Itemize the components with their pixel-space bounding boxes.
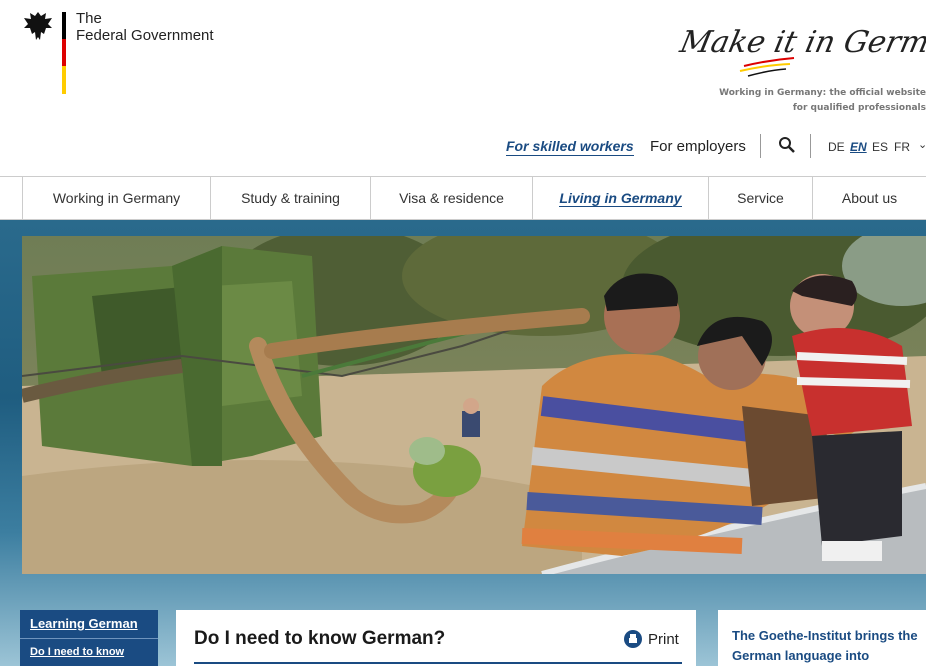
nav-working-in-germany[interactable]: Working in Germany bbox=[22, 177, 210, 219]
print-icon bbox=[624, 630, 642, 648]
divider bbox=[760, 134, 761, 158]
divider bbox=[810, 134, 811, 158]
nav-about-us[interactable]: About us bbox=[812, 177, 926, 219]
for-skilled-workers-link[interactable]: For skilled workers bbox=[506, 138, 634, 156]
nav-label: Visa & residence bbox=[399, 190, 504, 206]
sidenav-section-learning-german[interactable]: Learning German bbox=[30, 616, 138, 631]
divider bbox=[20, 638, 158, 639]
brand-script-text: Make it in Germany bbox=[676, 25, 926, 60]
search-icon[interactable] bbox=[778, 136, 796, 154]
language-en[interactable]: EN bbox=[850, 140, 867, 154]
article-panel: Do I need to know German? Print bbox=[176, 610, 696, 666]
print-label: Print bbox=[648, 630, 679, 648]
sidenav-link-do-i-need[interactable]: Do I need to know bbox=[30, 646, 124, 658]
eagle-icon bbox=[24, 12, 52, 40]
goethe-teaser-text[interactable]: The Goethe-Institut brings the German la… bbox=[732, 626, 922, 666]
for-employers-link[interactable]: For employers bbox=[650, 138, 746, 155]
government-name-line1: The bbox=[76, 10, 102, 27]
nav-living-in-germany[interactable]: Living in Germany bbox=[532, 177, 708, 219]
nav-service[interactable]: Service bbox=[708, 177, 812, 219]
print-button[interactable]: Print bbox=[624, 630, 679, 648]
make-it-in-germany-logo[interactable]: Make it in Germany bbox=[674, 8, 926, 88]
site-header: The Federal Government Make it in German… bbox=[0, 0, 926, 176]
nav-label: Service bbox=[737, 190, 784, 206]
hero-image-family-playground bbox=[22, 236, 926, 574]
nav-label: Study & training bbox=[241, 190, 340, 206]
audience-nav: For skilled workers For employers DE EN … bbox=[0, 132, 926, 162]
nav-label: About us bbox=[841, 190, 898, 206]
language-fr[interactable]: FR bbox=[894, 140, 910, 154]
title-underline bbox=[194, 662, 682, 664]
government-name-line2: Federal Government bbox=[76, 27, 214, 44]
federal-government-logo[interactable] bbox=[22, 10, 54, 44]
brand-subtitle-line2: for qualified professionals bbox=[792, 103, 926, 113]
section-sidenav: Learning German Do I need to know bbox=[20, 610, 158, 666]
brand-subtitle: Working in Germany: the official website… bbox=[696, 86, 926, 116]
nav-study-training[interactable]: Study & training bbox=[210, 177, 370, 219]
language-es[interactable]: ES bbox=[872, 140, 888, 154]
nav-label: Working in Germany bbox=[52, 190, 181, 206]
page-title: Do I need to know German? bbox=[194, 628, 446, 649]
nav-visa-residence[interactable]: Visa & residence bbox=[370, 177, 532, 219]
brand-subtitle-line1: Working in Germany: the official website bbox=[719, 88, 926, 98]
chevron-down-icon[interactable]: ⌄ bbox=[918, 138, 926, 151]
language-de[interactable]: DE bbox=[828, 140, 845, 154]
main-navigation: Working in Germany Study & training Visa… bbox=[0, 176, 926, 220]
nav-label: Living in Germany bbox=[559, 189, 682, 207]
goethe-teaser: The Goethe-Institut brings the German la… bbox=[718, 610, 926, 666]
government-name[interactable]: The Federal Government bbox=[76, 10, 214, 44]
german-flag-bar bbox=[62, 12, 66, 94]
